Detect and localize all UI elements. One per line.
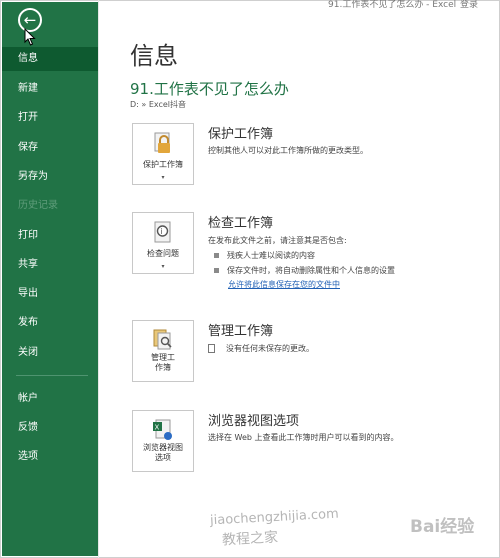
tile-label-line: 管理工 xyxy=(151,353,175,362)
protect-workbook-button[interactable]: 保护工作簿 ▾ xyxy=(132,123,194,185)
lock-icon xyxy=(154,132,170,153)
bullet-icon xyxy=(214,268,219,273)
tile-label: 检查问题 xyxy=(147,249,179,258)
inspect-icon: i xyxy=(154,221,171,243)
sidebar-item-save-as[interactable]: 另存为 xyxy=(2,165,98,189)
tile-label: 保护工作簿 xyxy=(143,160,183,169)
allow-save-info-link[interactable]: 允许将此信息保存在您的文件中 xyxy=(228,279,340,290)
mouse-cursor-icon xyxy=(24,28,36,46)
bullet-icon xyxy=(214,253,219,258)
sidebar-item-feedback[interactable]: 反馈 xyxy=(2,416,98,440)
tile-label-line: 作簿 xyxy=(155,363,171,372)
tile-label-line: 浏览器视图 xyxy=(143,443,183,452)
list-item: 残疾人士难以阅读的内容 xyxy=(214,250,315,261)
section-desc-inspect: 在发布此文件之前，请注意其是否包含: xyxy=(208,236,347,245)
window-title: 91.工作表不见了怎么办 - Excel xyxy=(328,0,457,10)
manage-workbook-button[interactable]: 管理工 作簿 xyxy=(132,320,194,382)
section-desc-manage: 没有任何未保存的更改。 xyxy=(226,344,314,353)
sidebar-item-info[interactable]: 信息 xyxy=(2,47,98,71)
watermark-site-cn: 教程之家 xyxy=(221,529,279,549)
sidebar-item-print[interactable]: 打印 xyxy=(2,224,98,248)
sign-in-link[interactable]: 登录 xyxy=(460,0,478,10)
tile-label: 管理工 作簿 xyxy=(133,353,193,373)
backstage-sidebar: ← 信息 新建 打开 保存 另存为 历史记录 打印 共享 导出 发布 关闭 帐户… xyxy=(2,2,98,556)
browser-view-options-button[interactable]: X 浏览器视图 选项 xyxy=(132,410,194,472)
sidebar-item-history: 历史记录 xyxy=(18,200,58,211)
sidebar-item-close[interactable]: 关闭 xyxy=(2,341,98,365)
bullet-text: 保存文件时，将自动删除属性和个人信息的设置 xyxy=(227,266,395,275)
browser-view-icon: X xyxy=(153,419,172,440)
sidebar-item-new[interactable]: 新建 xyxy=(2,77,98,101)
svg-text:X: X xyxy=(155,424,160,432)
list-item: 保存文件时，将自动删除属性和个人信息的设置 xyxy=(214,265,395,276)
document-title: 91.工作表不见了怎么办 xyxy=(130,80,289,98)
sidebar-item-account[interactable]: 帐户 xyxy=(2,387,98,411)
section-title-inspect: 检查工作簿 xyxy=(208,216,274,231)
tile-label: 浏览器视图 选项 xyxy=(133,443,193,463)
sidebar-item-save[interactable]: 保存 xyxy=(2,136,98,160)
document-path[interactable]: D: » Excel抖音 xyxy=(130,99,186,110)
document-icon xyxy=(208,344,215,353)
chevron-down-icon: ▾ xyxy=(161,174,165,181)
section-desc-protect: 控制其他人可以对此工作簿所做的更改类型。 xyxy=(208,146,368,155)
sidebar-item-share[interactable]: 共享 xyxy=(2,253,98,277)
check-for-issues-button[interactable]: i 检查问题 ▾ xyxy=(132,212,194,274)
section-title-manage: 管理工作簿 xyxy=(208,324,274,339)
chevron-down-icon: ▾ xyxy=(161,263,165,270)
manage-icon xyxy=(153,329,172,350)
bullet-text: 残疾人士难以阅读的内容 xyxy=(227,251,315,260)
watermark-brand: Bai经验 xyxy=(410,517,475,537)
sidebar-divider xyxy=(16,375,88,376)
svg-text:i: i xyxy=(161,227,163,236)
sidebar-item-publish[interactable]: 发布 xyxy=(2,311,98,335)
sidebar-item-export[interactable]: 导出 xyxy=(2,282,98,306)
divider xyxy=(98,0,99,558)
page-title: 信息 xyxy=(130,42,178,70)
section-desc-browser-view: 选择在 Web 上查看此工作簿时用户可以看到的内容。 xyxy=(208,433,399,442)
section-title-browser-view: 浏览器视图选项 xyxy=(208,414,300,429)
sidebar-item-options[interactable]: 选项 xyxy=(2,445,98,469)
tile-label-line: 选项 xyxy=(155,453,171,462)
sidebar-item-open[interactable]: 打开 xyxy=(2,106,98,130)
section-title-protect: 保护工作簿 xyxy=(208,127,274,142)
